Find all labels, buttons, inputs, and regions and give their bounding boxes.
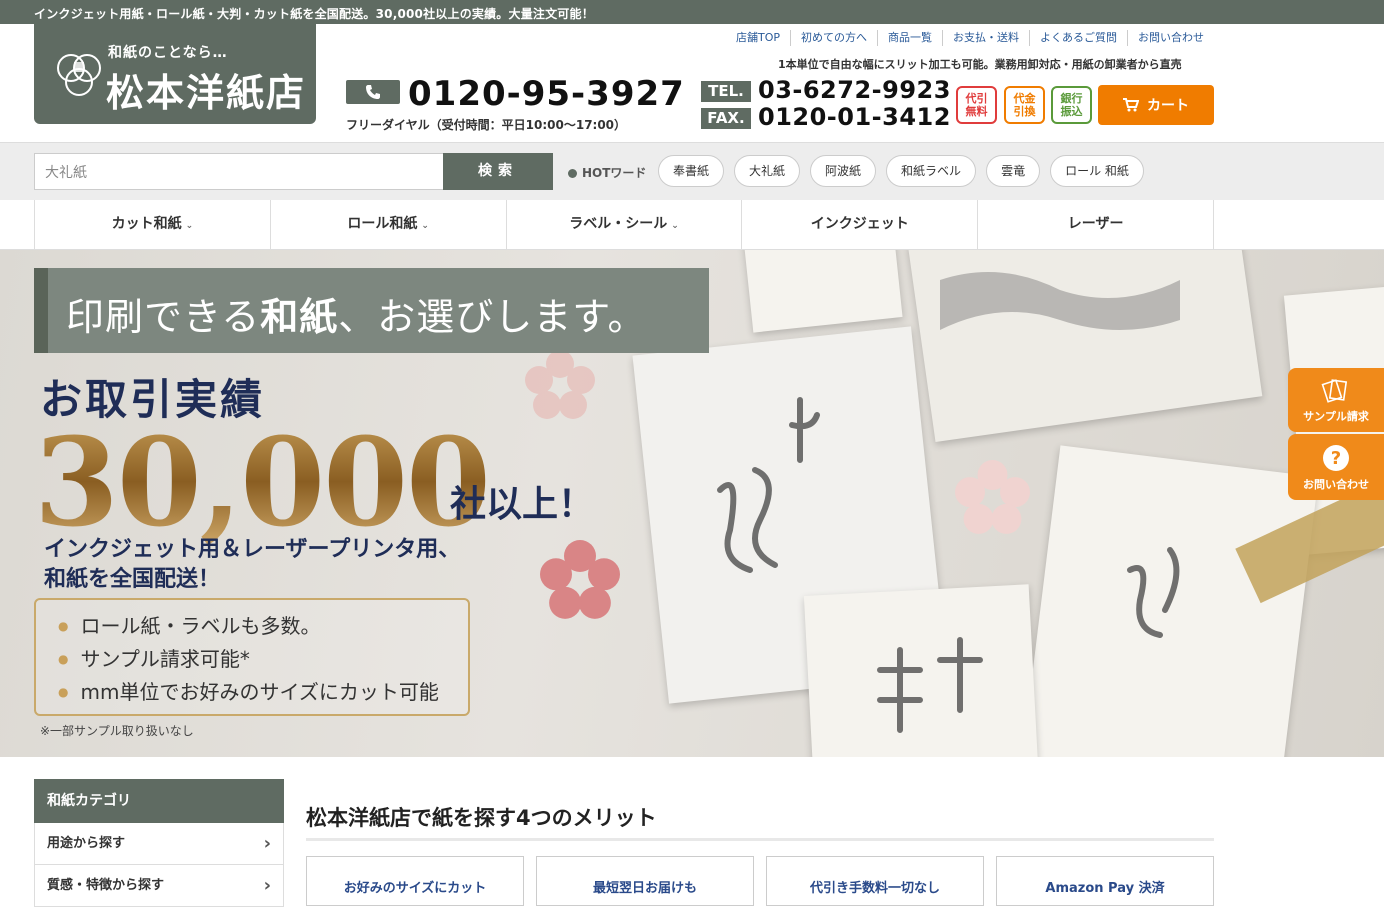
nav-faq[interactable]: よくあるご質問 bbox=[1030, 30, 1128, 46]
hero-headline: 印刷できる和紙、お選びします。 bbox=[66, 295, 647, 339]
hot-word-chip[interactable]: 雲竜 bbox=[986, 155, 1041, 187]
hot-words-label: HOTワード bbox=[568, 164, 646, 181]
nav-products[interactable]: 商品一覧 bbox=[878, 30, 943, 46]
payment-badge: 代金引換 bbox=[1004, 86, 1045, 124]
cart-icon bbox=[1123, 98, 1139, 112]
hero-big-number: 30,000 bbox=[34, 410, 491, 554]
sakura-icon bbox=[540, 540, 620, 619]
hot-word-chip[interactable]: 大礼紙 bbox=[734, 155, 801, 187]
nav-contact[interactable]: お問い合わせ bbox=[1128, 30, 1214, 46]
calligraphy-art bbox=[717, 272, 1180, 733]
cart-label: カート bbox=[1147, 98, 1189, 114]
question-icon: ? bbox=[1323, 445, 1349, 471]
tel-label: TEL. bbox=[701, 81, 751, 102]
logo-name: 松本洋紙店 bbox=[106, 70, 307, 115]
hero-subhead: インクジェット用＆レーザープリンタ用、 和紙を全国配送！ bbox=[44, 537, 461, 592]
nav-payment-shipping[interactable]: お支払・送料 bbox=[943, 30, 1030, 46]
sample-request-label: サンプル請求 bbox=[1303, 410, 1369, 423]
chevron-down-icon: ⌄ bbox=[671, 221, 679, 231]
hero-bullet-box: ロール紙・ラベルも多数。 サンプル請求可能* mm単位でお好みのサイズにカット可… bbox=[34, 598, 470, 716]
announcement-bar: インクジェット用紙・ロール紙・大判・カット紙を全国配送。30,000社以上の実績… bbox=[0, 0, 1384, 24]
hot-words: 奉書紙 大礼紙 阿波紙 和紙ラベル 雲竜 ロール 和紙 bbox=[658, 155, 1144, 187]
category-nav-item[interactable]: ロール和紙 ⌄ bbox=[271, 200, 507, 249]
phone-icon bbox=[346, 80, 400, 104]
payment-badge: 代引無料 bbox=[956, 86, 997, 124]
hero-bullet: ロール紙・ラベルも多数。 bbox=[58, 610, 468, 643]
contact-tab[interactable]: ? お問い合わせ bbox=[1288, 434, 1384, 500]
category-nav-item[interactable]: インクジェット bbox=[742, 200, 979, 249]
merit-card[interactable]: Amazon Pay 決済 bbox=[996, 856, 1214, 906]
tel-number[interactable]: 03-6272-9923 bbox=[758, 76, 951, 104]
search-band: 検索 HOTワード 奉書紙大礼紙阿波紙和紙ラベル雲竜ロール 和紙 bbox=[0, 142, 1384, 200]
logo-emblem-icon bbox=[57, 54, 101, 96]
divider bbox=[306, 838, 1214, 841]
category-nav-label: インクジェット bbox=[810, 216, 909, 232]
merits-title: 松本洋紙店で紙を探す4つのメリット bbox=[306, 806, 657, 830]
category-nav: カット和紙 ⌄ ロール和紙 ⌄ ラベル・シール ⌄ インクジェット レーザー bbox=[34, 200, 1214, 249]
svg-text:?: ? bbox=[1331, 448, 1341, 469]
sidebar-title: 和紙カテゴリ bbox=[34, 779, 284, 823]
search-box bbox=[34, 153, 444, 190]
sakura-icon bbox=[525, 350, 595, 419]
chevron-down-icon: ⌄ bbox=[185, 221, 194, 231]
hero-bullet: mm単位でお好みのサイズにカット可能 bbox=[58, 676, 468, 709]
fax-number: 0120-01-3412 bbox=[758, 103, 951, 131]
category-nav-item[interactable]: ラベル・シール ⌄ bbox=[507, 200, 743, 249]
merit-card[interactable]: お好みのサイズにカット bbox=[306, 856, 524, 906]
fax-label: FAX. bbox=[701, 108, 751, 129]
sample-cards-icon bbox=[1321, 379, 1348, 403]
hero-banner[interactable]: 印刷できる和紙、お選びします。 お取引実績 30,000 社以上！ インクジェッ… bbox=[0, 250, 1384, 757]
cart-button[interactable]: カート bbox=[1098, 85, 1214, 125]
chevron-down-icon: ⌄ bbox=[421, 221, 429, 231]
sakura-icon bbox=[955, 460, 1030, 534]
search-input[interactable] bbox=[35, 154, 444, 189]
hero-big-suffix: 社以上！ bbox=[450, 483, 595, 525]
hot-word-chip[interactable]: 和紙ラベル bbox=[886, 155, 977, 187]
nav-first-time[interactable]: 初めての方へ bbox=[791, 30, 878, 46]
category-sidebar: 和紙カテゴリ 用途から探す 質感・特徴から探す bbox=[34, 779, 284, 907]
merit-card[interactable]: 代引き手数料一切なし bbox=[766, 856, 984, 906]
freedial-number[interactable]: 0120-95-3927 bbox=[408, 74, 685, 114]
store-logo[interactable]: 和紙のことなら… 松本洋紙店 bbox=[34, 24, 316, 124]
hot-word-chip[interactable]: 奉書紙 bbox=[658, 155, 725, 187]
category-nav-item[interactable]: カット和紙 ⌄ bbox=[35, 200, 271, 249]
announcement-text: インクジェット用紙・ロール紙・大判・カット紙を全国配送。30,000社以上の実績… bbox=[34, 7, 594, 21]
hot-word-chip[interactable]: 阿波紙 bbox=[810, 155, 877, 187]
category-nav-label: カット和紙 bbox=[111, 216, 182, 232]
merit-card[interactable]: 最短翌日お届けも bbox=[536, 856, 754, 906]
sidebar-item-by-usage[interactable]: 用途から探す bbox=[34, 823, 284, 865]
category-nav-item[interactable]: レーザー bbox=[978, 200, 1214, 249]
slit-service-note: 1本単位で自由な幅にスリット加工も可能。業務用卸対応・用紙の卸業者から直売 bbox=[778, 58, 1182, 71]
nav-store-top[interactable]: 店舗TOP bbox=[726, 30, 791, 46]
search-button[interactable]: 検索 bbox=[443, 153, 553, 190]
hero-bullet: サンプル請求可能* bbox=[58, 643, 468, 676]
freedial-hours: フリーダイヤル（受付時間：平日10:00〜17:00） bbox=[346, 118, 627, 132]
contact-tab-label: お問い合わせ bbox=[1303, 478, 1369, 491]
category-nav-label: ラベル・シール bbox=[569, 216, 668, 232]
category-nav-label: ロール和紙 bbox=[347, 216, 418, 232]
hot-word-chip[interactable]: ロール 和紙 bbox=[1050, 155, 1144, 187]
payment-badge: 銀行振込 bbox=[1051, 86, 1092, 124]
logo-tagline: 和紙のことなら… bbox=[108, 45, 228, 61]
category-nav-label: レーザー bbox=[1067, 216, 1124, 232]
sample-request-tab[interactable]: サンプル請求 bbox=[1288, 368, 1384, 432]
sidebar-item-by-texture[interactable]: 質感・特徴から探す bbox=[34, 865, 284, 907]
utility-nav: 店舗TOP 初めての方へ 商品一覧 お支払・送料 よくあるご質問 お問い合わせ bbox=[726, 30, 1214, 46]
hero-footnote: ※一部サンプル取り扱いなし bbox=[40, 724, 194, 738]
